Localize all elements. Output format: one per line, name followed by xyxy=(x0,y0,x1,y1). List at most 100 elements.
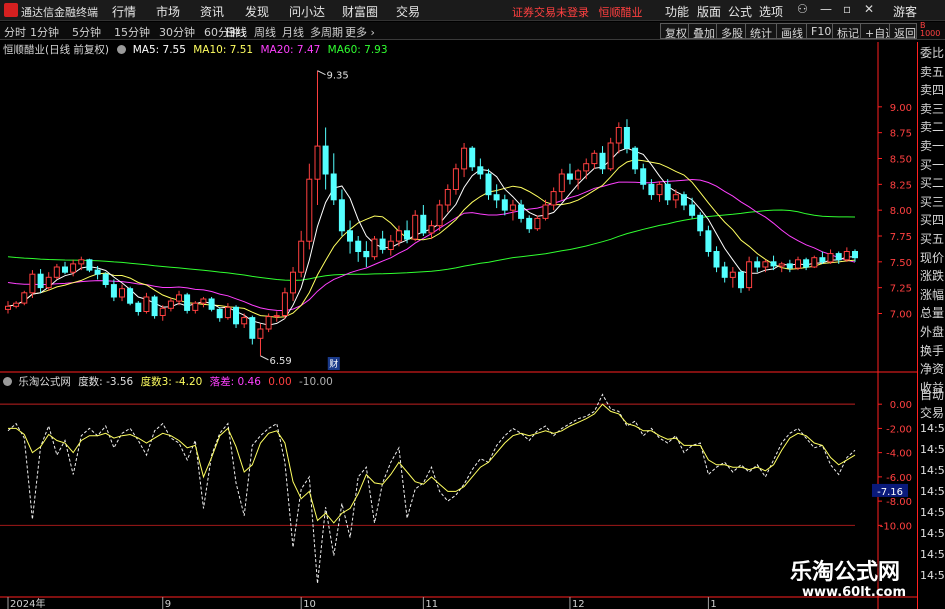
candle xyxy=(192,301,199,314)
guest-login[interactable]: 游客 xyxy=(893,3,917,20)
candle-body xyxy=(583,163,590,172)
quote-label: 买二 xyxy=(920,176,945,191)
login-status-note[interactable]: 证券交易未登录 恒顺醋业 xyxy=(512,4,643,20)
candle xyxy=(224,303,231,320)
candle xyxy=(697,212,704,236)
candle xyxy=(632,146,639,174)
candle xyxy=(640,163,647,190)
candle-body xyxy=(241,317,248,325)
candle xyxy=(200,296,207,308)
menu-quotes[interactable]: 行情 xyxy=(112,3,136,20)
menu-options[interactable]: 选项 xyxy=(759,3,783,20)
candle-body xyxy=(469,147,476,168)
low-marker-line xyxy=(260,355,269,361)
candle xyxy=(550,187,557,211)
candle-body xyxy=(167,300,174,309)
tab-weekly[interactable]: 周线 xyxy=(254,24,276,40)
menu-wealth-circle[interactable]: 财富圈 xyxy=(342,3,378,20)
candle xyxy=(656,181,663,202)
candle-body xyxy=(110,284,117,298)
trade-time: 14:56 xyxy=(920,464,945,477)
current-value-label: -7.16 xyxy=(877,487,903,498)
candlestick-series xyxy=(5,70,858,356)
candle xyxy=(379,230,386,254)
candle-body xyxy=(330,173,337,201)
candle-body xyxy=(428,225,435,234)
candle-body xyxy=(224,306,231,319)
multi-stock-button[interactable]: 多股 xyxy=(716,23,748,40)
tab-multi-period[interactable]: 多周期 xyxy=(310,24,343,40)
candle-body xyxy=(355,240,362,252)
event-marker-label: 财 xyxy=(329,358,338,370)
candle xyxy=(664,179,671,205)
candle-body xyxy=(78,259,85,265)
restore-icon[interactable]: ▫ xyxy=(843,2,851,16)
date-tick-label: 2024年 xyxy=(10,597,45,609)
candle xyxy=(363,241,370,267)
statistics-button[interactable]: 统计 xyxy=(745,23,777,40)
candle xyxy=(746,256,753,291)
tab-monthly[interactable]: 月线 xyxy=(282,24,304,40)
candle-body xyxy=(575,170,582,180)
indicator-tick-label: -8.00 xyxy=(886,497,912,508)
close-icon[interactable]: ✕ xyxy=(864,2,874,16)
trade-time: 14:56 xyxy=(920,422,945,435)
candle xyxy=(436,199,443,231)
tab-intraday[interactable]: 分时 xyxy=(4,24,26,40)
watermark-url: www.60lt.com xyxy=(802,585,907,600)
indicator-tick-label: -6.00 xyxy=(886,473,912,484)
candle xyxy=(290,267,296,302)
menu-market[interactable]: 市场 xyxy=(156,3,180,20)
quote-label: 涨幅 xyxy=(920,287,945,302)
candle xyxy=(119,284,125,302)
candle-body xyxy=(843,251,850,261)
tab-30min[interactable]: 30分钟 xyxy=(159,24,195,40)
candle-body xyxy=(509,204,516,211)
indicator-panel-label: 交易 xyxy=(920,406,945,420)
back-button[interactable]: 返回 xyxy=(889,23,917,40)
indicator-tick-label: -10.00 xyxy=(880,521,912,532)
tab-5min[interactable]: 5分钟 xyxy=(72,24,101,40)
candle xyxy=(819,251,826,264)
chart-canvas[interactable]: 7.00 7.25 7.50 7.75 8.00 8.25 8.50 8.75 9.00 9.3… xyxy=(0,42,917,609)
high-marker-label: 9.35 xyxy=(326,71,348,82)
candle-body xyxy=(387,240,394,250)
candle-body xyxy=(803,259,810,268)
high-marker-line xyxy=(317,70,326,76)
minimize-icon[interactable]: — xyxy=(820,2,832,16)
draw-line-button[interactable]: 画线 xyxy=(776,23,808,40)
tab-1min[interactable]: 1分钟 xyxy=(30,24,59,40)
menu-trade[interactable]: 交易 xyxy=(396,3,420,20)
menu-layout[interactable]: 版面 xyxy=(697,3,721,20)
candle-body xyxy=(664,183,671,201)
quote-label: 买四 xyxy=(920,213,945,228)
menu-discover[interactable]: 发现 xyxy=(245,3,269,20)
candle xyxy=(705,225,712,257)
quote-panel: 委比 卖五 卖四 卖三 卖二 卖一 买一 买二 买三 买四 买五 现价 涨跌 涨幅 总量 外盘 换手 净资 收益 自动… xyxy=(917,42,945,609)
menu-function[interactable]: 功能 xyxy=(665,3,689,20)
user-icon[interactable]: ⚇ xyxy=(797,2,808,16)
tab-more[interactable]: 更多 › xyxy=(345,24,375,40)
candle-body xyxy=(29,273,36,294)
menu-news[interactable]: 资讯 xyxy=(200,3,224,20)
candle-body xyxy=(102,273,109,285)
candle-body xyxy=(53,266,60,278)
candle-body xyxy=(721,266,728,278)
quote-label: 外盘 xyxy=(920,325,945,339)
trade-time: 14:56 xyxy=(920,569,945,582)
tab-15min[interactable]: 15分钟 xyxy=(114,24,150,40)
candle xyxy=(607,137,614,171)
candle-body xyxy=(265,316,272,330)
ma20-line xyxy=(7,178,856,312)
candle xyxy=(420,205,427,236)
candle xyxy=(843,247,850,262)
menu-ask[interactable]: 问小达 xyxy=(289,3,325,20)
tab-daily[interactable]: 日线 xyxy=(225,24,247,40)
quote-panel-corner: B 1000 xyxy=(920,22,945,40)
candle xyxy=(330,153,337,205)
menu-formula[interactable]: 公式 xyxy=(728,3,752,20)
quote-label: 买三 xyxy=(920,194,945,209)
candle-body xyxy=(233,306,239,325)
price-tick-label: 7.75 xyxy=(890,232,912,243)
candle xyxy=(5,301,11,314)
